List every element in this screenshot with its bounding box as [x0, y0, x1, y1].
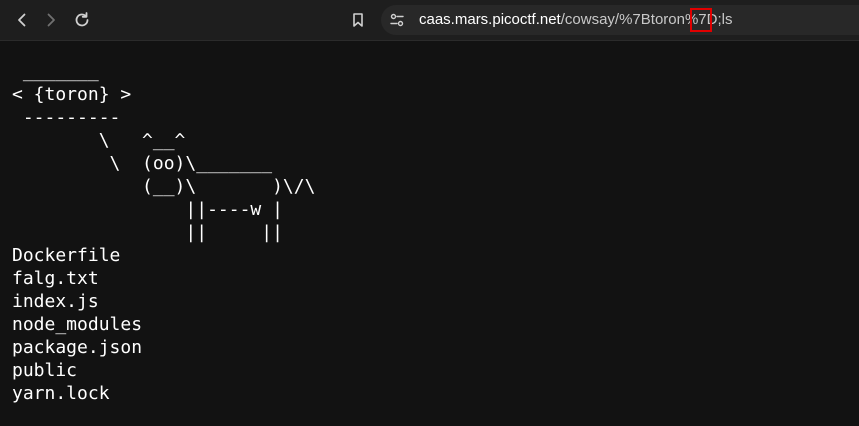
site-info-icon[interactable]: [389, 12, 405, 28]
forward-button[interactable]: [39, 8, 63, 32]
file-list-item: package.json: [12, 337, 143, 358]
file-list-item: yarn.lock: [12, 383, 110, 404]
chevron-left-icon: [18, 13, 26, 27]
annotation-highlight-box: [690, 8, 712, 32]
file-list-item: public: [12, 360, 78, 381]
url-host: caas.mars.picoctf.net: [419, 11, 561, 28]
file-list-item: Dockerfile: [12, 245, 121, 266]
back-button[interactable]: [10, 8, 34, 32]
file-list-item: falg.txt: [12, 268, 99, 289]
bookmark-icon: [353, 13, 363, 27]
address-bar[interactable]: caas.mars.picoctf.net/cowsay/%7Btoron%7D…: [381, 5, 859, 35]
cowsay-output: _______ < {toron} > --------- \ ^__^ \ (…: [12, 61, 316, 243]
reload-button[interactable]: [70, 8, 94, 32]
url-text[interactable]: caas.mars.picoctf.net/cowsay/%7Btoron%7D…: [419, 11, 732, 29]
file-list-item: index.js: [12, 291, 99, 312]
browser-toolbar: caas.mars.picoctf.net/cowsay/%7Btoron%7D…: [0, 0, 859, 41]
file-list-item: node_modules: [12, 314, 143, 335]
reload-icon: [75, 12, 89, 27]
bookmark-button[interactable]: [346, 8, 370, 32]
file-list: Dockerfile falg.txt index.js node_modules pa…: [12, 244, 142, 405]
chevron-right-icon: [47, 13, 55, 27]
